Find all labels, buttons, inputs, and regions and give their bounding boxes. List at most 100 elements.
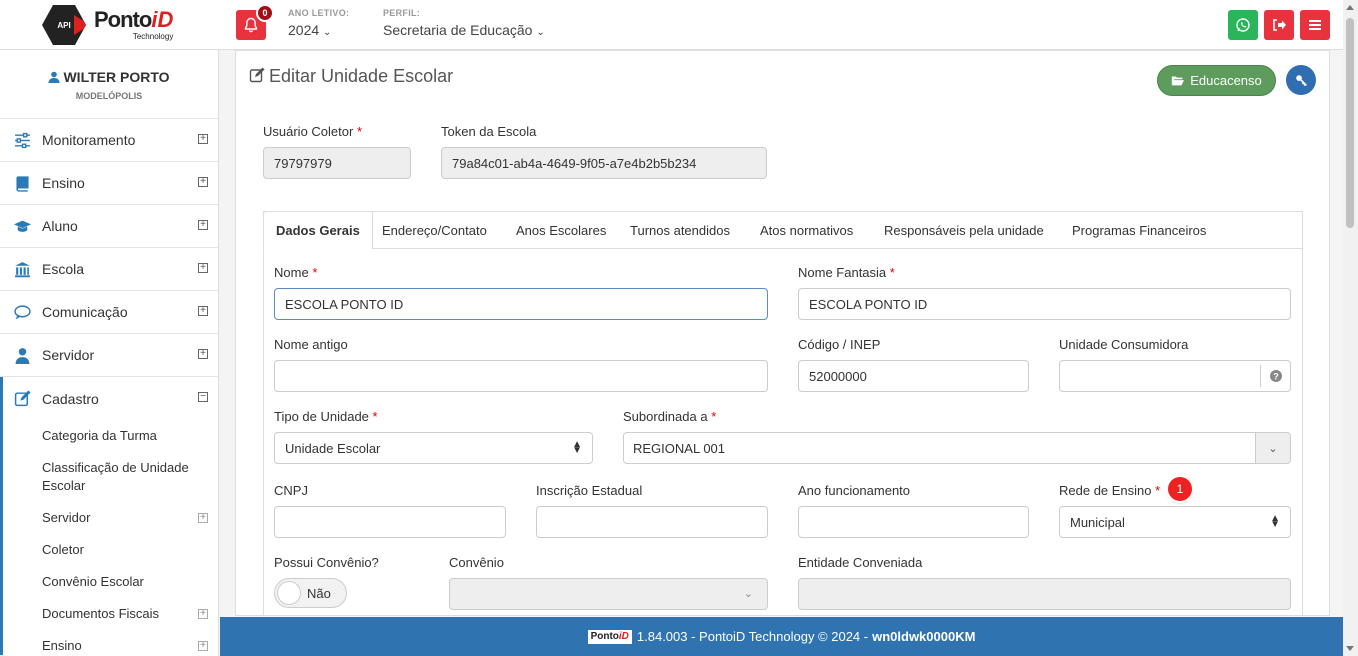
submenu-item-classificacao[interactable]: Classificação de Unidade Escolar (3, 459, 218, 495)
logo-accent: iD (151, 7, 174, 32)
collapse-icon[interactable]: − (198, 392, 208, 402)
tab-atos-normativos[interactable]: Atos normativos (748, 212, 865, 250)
entidade-conveniada-input[interactable] (798, 578, 1291, 610)
perfil-selector[interactable]: PERFIL: Secretaria de Educação ⌄ (383, 8, 545, 38)
sidebar-item-label: Cadastro (42, 390, 99, 407)
institution-icon (13, 260, 31, 278)
menu-button[interactable] (1300, 10, 1330, 40)
submenu-item-categoria-turma[interactable]: Categoria da Turma (3, 427, 218, 445)
book-icon (13, 174, 31, 192)
nome-fantasia-label: Nome Fantasia * (798, 265, 895, 280)
submenu-item-coletor[interactable]: Coletor (3, 541, 218, 559)
bell-icon (244, 17, 258, 33)
sidebar-item-cadastro[interactable]: Cadastro − (0, 377, 218, 420)
footer-text: 1.84.003 - PontoiD Technology © 2024 - (636, 629, 869, 644)
expand-icon[interactable]: + (198, 220, 208, 230)
user-name: WILTER PORTO (63, 69, 170, 85)
rede-ensino-label: Rede de Ensino * (1059, 483, 1161, 498)
sidebar-item-label: Servidor (42, 347, 95, 363)
nome-antigo-input[interactable] (274, 360, 768, 392)
unidade-consumidora-input[interactable]: ? (1059, 360, 1291, 392)
scroll-thumb[interactable] (1346, 18, 1354, 228)
pontoid-logo[interactable]: API PontoiD Technology (42, 2, 178, 48)
scroll-up-arrow[interactable] (1346, 5, 1354, 10)
nome-fantasia-input[interactable]: ESCOLA PONTO ID (798, 288, 1291, 320)
sidebar-item-ensino[interactable]: Ensino + (0, 162, 218, 205)
logo-sub: Technology (132, 32, 174, 41)
hamburger-icon (1309, 20, 1321, 30)
sliders-icon (13, 131, 31, 149)
user-city: MODELÓPOLIS (75, 91, 143, 101)
cnpj-label: CNPJ (274, 483, 308, 498)
sidebar-item-comunicacao[interactable]: Comunicação + (0, 291, 218, 334)
submenu-item-convenio-escolar[interactable]: Convênio Escolar (3, 573, 218, 591)
sidebar-item-monitoramento[interactable]: Monitoramento + (0, 119, 218, 162)
ano-letivo-selector[interactable]: ANO LETIVO: 2024 ⌄ (288, 8, 349, 38)
sign-out-icon (1273, 19, 1286, 31)
usuario-coletor-label: Usuário Coletor * (263, 124, 363, 139)
sort-arrows-icon: ▲ ▼ (1270, 513, 1280, 530)
perfil-value: Secretaria de Educação (383, 22, 533, 38)
chevron-down-icon: ⌄ (323, 27, 332, 38)
tab-endereco-contato[interactable]: Endereço/Contato (370, 212, 499, 250)
submenu-item-ensino[interactable]: Ensino + (3, 637, 218, 655)
sidebar-item-label: Monitoramento (42, 132, 136, 148)
sidebar-item-escola[interactable]: Escola + (0, 248, 218, 291)
possui-convenio-toggle[interactable]: Não (274, 578, 347, 608)
expand-icon[interactable]: + (198, 306, 208, 316)
subordinada-select[interactable]: REGIONAL 001 ⌄ (623, 432, 1291, 464)
expand-icon[interactable]: + (198, 513, 208, 523)
footer-build: wn0ldwk0000KM (872, 629, 976, 644)
logout-button[interactable] (1264, 10, 1294, 40)
key-button[interactable] (1286, 65, 1316, 95)
sidebar-item-aluno[interactable]: Aluno + (0, 205, 218, 248)
help-icon[interactable]: ? (1260, 365, 1290, 387)
inscricao-estadual-input[interactable] (536, 506, 768, 538)
whatsapp-button[interactable] (1228, 10, 1258, 40)
tipo-unidade-select[interactable]: Unidade Escolar ▲ ▼ (274, 432, 593, 464)
submenu-item-servidor[interactable]: Servidor + (3, 509, 218, 527)
usuario-coletor-field[interactable]: 79797979 (263, 147, 411, 179)
nome-input[interactable]: ESCOLA PONTO ID (274, 288, 768, 320)
sidebar-item-servidor[interactable]: Servidor + (0, 334, 218, 377)
expand-icon[interactable]: + (198, 641, 208, 651)
tab-programas-financeiros[interactable]: Programas Financeiros (1060, 212, 1218, 250)
token-field[interactable]: 79a84c01-ab4a-4649-9f05-a7e4b2b5b234 (441, 147, 767, 179)
tab-turnos-atendidos[interactable]: Turnos atendidos (618, 212, 742, 250)
chevron-down-icon[interactable]: ⌄ (1255, 433, 1290, 463)
graduation-cap-icon (13, 217, 31, 235)
key-icon (1295, 74, 1307, 86)
expand-icon[interactable]: + (198, 609, 208, 619)
user-icon (13, 346, 31, 364)
codigo-inep-input[interactable]: 52000000 (798, 360, 1029, 392)
educacenso-button[interactable]: Educacenso (1157, 65, 1276, 96)
main-panel: Editar Unidade Escolar Educacenso Usuári… (235, 50, 1330, 616)
convenio-label: Convênio (449, 555, 504, 570)
convenio-select[interactable]: ⌄ (449, 578, 768, 610)
folder-open-icon (1172, 76, 1185, 86)
nome-antigo-label: Nome antigo (274, 337, 348, 352)
footer: PontoiD 1.84.003 - PontoiD Technology © … (220, 617, 1343, 656)
rede-ensino-select[interactable]: Municipal ▲ ▼ (1059, 506, 1291, 538)
tab-dados-gerais[interactable]: Dados Gerais (263, 211, 373, 250)
scroll-down-arrow[interactable] (1346, 646, 1354, 651)
cnpj-input[interactable] (274, 506, 506, 538)
sidebar-item-label: Comunicação (42, 304, 128, 320)
expand-icon[interactable]: + (198, 349, 208, 359)
tab-responsaveis[interactable]: Responsáveis pela unidade (872, 212, 1056, 250)
submenu-item-documentos-fiscais[interactable]: Documentos Fiscais + (3, 605, 218, 623)
expand-icon[interactable]: + (198, 177, 208, 187)
tab-anos-escolares[interactable]: Anos Escolares (504, 212, 618, 250)
unidade-consumidora-label: Unidade Consumidora (1059, 337, 1189, 352)
ano-funcionamento-input[interactable] (798, 506, 1029, 538)
possui-convenio-label: Possui Convênio? (274, 555, 379, 570)
user-icon (48, 71, 60, 83)
notifications-button[interactable]: 0 (236, 4, 274, 40)
page-scrollbar[interactable] (1343, 0, 1358, 656)
toggle-label: Não (307, 585, 331, 601)
expand-icon[interactable]: + (198, 263, 208, 273)
toggle-knob (277, 581, 301, 605)
expand-icon[interactable]: + (198, 134, 208, 144)
sidebar-item-label: Ensino (42, 175, 85, 191)
step-hint-badge[interactable]: 1 (1168, 477, 1192, 501)
